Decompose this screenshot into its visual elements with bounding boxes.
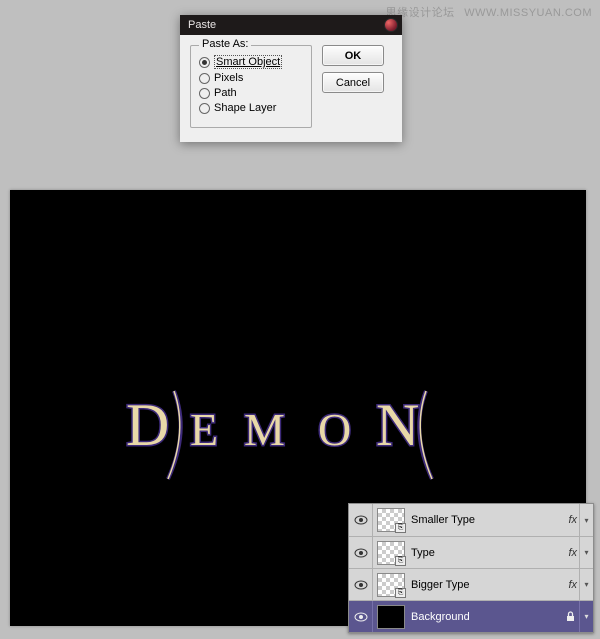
lock-icon: [566, 611, 575, 622]
layer-name: Type: [411, 547, 568, 559]
visibility-toggle[interactable]: [349, 537, 373, 568]
layer-thumbnail[interactable]: ⎘: [377, 573, 405, 597]
fx-expand-toggle[interactable]: ▾: [579, 601, 593, 632]
letter-d: D: [126, 392, 175, 458]
eye-icon: [354, 580, 368, 590]
layer-row-smaller-type[interactable]: ⎘ Smaller Type fx ▾: [349, 504, 593, 536]
radio-icon: [199, 57, 210, 68]
smart-object-badge-icon: ⎘: [395, 523, 406, 533]
option-smart-object[interactable]: Smart Object: [199, 55, 303, 69]
option-pixels[interactable]: Pixels: [199, 72, 303, 84]
fx-label: fx: [568, 579, 577, 591]
fx-expand-toggle[interactable]: ▾: [579, 569, 593, 600]
fx-label: fx: [568, 514, 577, 526]
paste-dialog: Paste Paste As: Smart Object Pixels Path…: [180, 15, 402, 142]
cancel-button[interactable]: Cancel: [322, 72, 384, 93]
close-icon[interactable]: [384, 18, 398, 32]
layer-row-type[interactable]: ⎘ Type fx ▾: [349, 536, 593, 568]
fx-expand-toggle[interactable]: ▾: [579, 504, 593, 536]
eye-icon: [354, 515, 368, 525]
letter-e: E: [190, 404, 224, 455]
fx-expand-toggle[interactable]: ▾: [579, 537, 593, 568]
dialog-body: Paste As: Smart Object Pixels Path Shape…: [180, 35, 402, 142]
dialog-titlebar[interactable]: Paste: [180, 15, 402, 35]
dialog-title: Paste: [188, 19, 216, 31]
layer-thumbnail[interactable]: ⎘: [377, 508, 405, 532]
layer-name: Bigger Type: [411, 579, 568, 591]
radio-icon: [199, 103, 210, 114]
visibility-toggle[interactable]: [349, 601, 373, 632]
option-label: Shape Layer: [214, 102, 276, 114]
layer-row-bigger-type[interactable]: ⎘ Bigger Type fx ▾: [349, 568, 593, 600]
smart-object-badge-icon: ⎘: [395, 588, 406, 598]
layer-name: Smaller Type: [411, 514, 568, 526]
option-label: Path: [214, 87, 237, 99]
layer-thumbnail[interactable]: [377, 605, 405, 629]
fieldset-legend: Paste As:: [199, 38, 251, 50]
layer-thumbnail[interactable]: ⎘: [377, 541, 405, 565]
dialog-buttons: OK Cancel: [322, 45, 384, 93]
letter-m: M: [244, 404, 291, 455]
option-path[interactable]: Path: [199, 87, 303, 99]
eye-icon: [354, 548, 368, 558]
radio-icon: [199, 73, 210, 84]
radio-icon: [199, 88, 210, 99]
layers-panel: ⎘ Smaller Type fx ▾ ⎘ Type fx ▾ ⎘ Bigger…: [348, 503, 594, 633]
option-label: Smart Object: [214, 55, 282, 69]
layer-name: Background: [411, 611, 566, 623]
watermark: 思缘设计论坛 WWW.MISSYUAN.COM: [386, 4, 592, 20]
visibility-toggle[interactable]: [349, 504, 373, 536]
smart-object-badge-icon: ⎘: [395, 556, 406, 566]
layer-row-background[interactable]: Background ▾: [349, 600, 593, 632]
ok-button[interactable]: OK: [322, 45, 384, 66]
fx-label: fx: [568, 547, 577, 559]
option-label: Pixels: [214, 72, 243, 84]
option-shape-layer[interactable]: Shape Layer: [199, 102, 303, 114]
visibility-toggle[interactable]: [349, 569, 373, 600]
watermark-text-right: WWW.MISSYUAN.COM: [464, 7, 592, 19]
paste-as-fieldset: Paste As: Smart Object Pixels Path Shape…: [190, 45, 312, 128]
demon-text-artwork: D E M O N: [126, 383, 470, 483]
letter-o: O: [318, 404, 357, 455]
eye-icon: [354, 612, 368, 622]
